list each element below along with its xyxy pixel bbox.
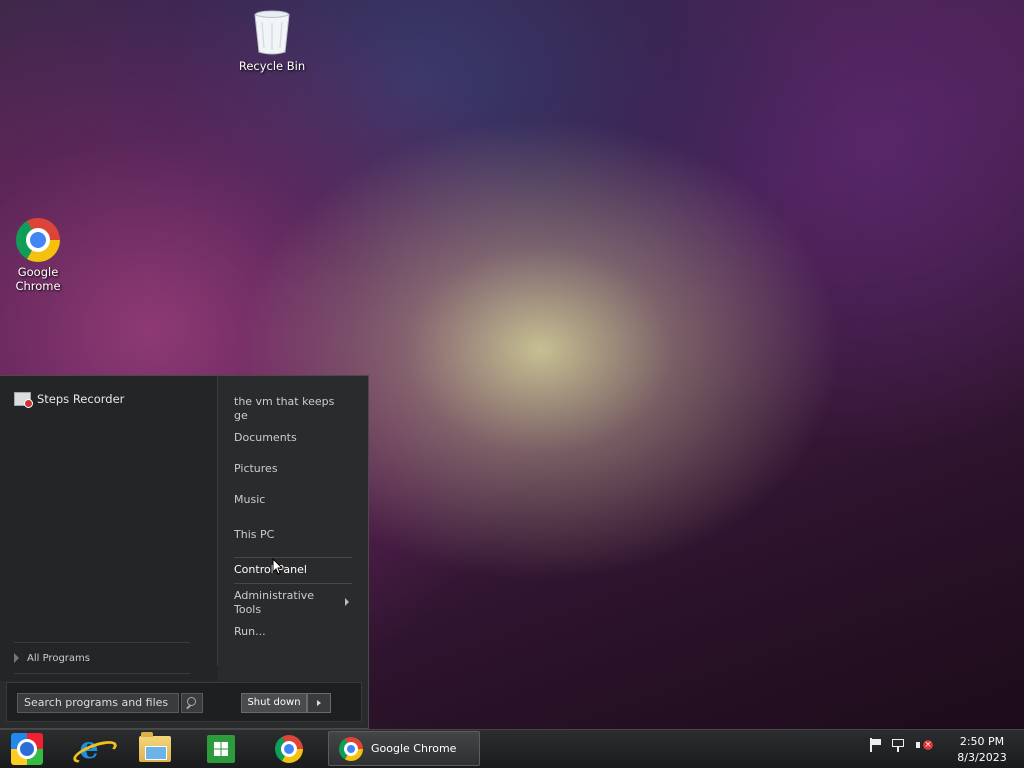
steps-recorder-icon [14, 392, 33, 408]
network-icon[interactable] [892, 738, 906, 752]
taskbar-pin-file-explorer[interactable] [136, 732, 174, 766]
chevron-right-icon [14, 653, 19, 663]
right-item-this-pc[interactable]: This PC [234, 528, 274, 542]
all-programs-label: All Programs [27, 652, 90, 664]
taskbar-pin-internet-explorer[interactable]: e [70, 732, 108, 766]
right-item-label-line2: Tools [234, 603, 262, 616]
pane-divider [217, 376, 218, 666]
system-tray [870, 738, 933, 752]
right-item-label-line1: Administrative [234, 589, 315, 602]
start-menu: Steps Recorder All Programs the vm that … [0, 375, 369, 729]
right-item-documents[interactable]: Documents [234, 431, 297, 445]
menu-separator [234, 557, 352, 558]
start-menu-programs-pane: Steps Recorder All Programs [0, 376, 218, 681]
internet-explorer-icon: e [79, 731, 99, 766]
right-item-control-panel[interactable]: Control Panel [234, 563, 307, 577]
taskbar-window-google-chrome[interactable]: Google Chrome [328, 731, 480, 766]
start-menu-bottom-bar: Search programs and files Shut down [6, 682, 362, 722]
desktop-icon-google-chrome[interactable]: Google Chrome [0, 216, 76, 293]
action-center-flag-icon[interactable] [870, 738, 882, 752]
desktop-icon-recycle-bin[interactable]: Recycle Bin [234, 8, 310, 73]
submenu-arrow-icon [345, 598, 349, 606]
shutdown-options-button[interactable] [307, 693, 331, 713]
chrome-icon [275, 735, 303, 763]
right-item-music[interactable]: Music [234, 493, 265, 507]
menu-separator [234, 583, 352, 584]
start-button[interactable] [8, 732, 46, 766]
chrome-icon [339, 736, 363, 761]
search-input[interactable]: Search programs and files [17, 693, 179, 713]
store-icon [207, 735, 235, 763]
file-explorer-icon [139, 732, 171, 762]
clock-time: 2:50 PM [959, 735, 1005, 748]
right-item-administrative-tools[interactable]: Administrative Tools [234, 589, 314, 617]
right-item-user-folder[interactable]: the vm that keeps ge [234, 395, 334, 423]
chrome-icon [16, 218, 60, 262]
right-item-label-line2: ge [234, 409, 248, 422]
desktop-icon-label-line2: Chrome [15, 279, 61, 293]
search-icon[interactable] [181, 693, 203, 713]
volume-muted-icon[interactable] [916, 738, 933, 752]
program-item-steps-recorder[interactable]: Steps Recorder [14, 392, 125, 408]
taskbar: e Google Chrome 2:50 PM 8/3/2023 [0, 729, 1024, 768]
taskbar-pin-store[interactable] [202, 732, 240, 766]
right-item-run[interactable]: Run... [234, 625, 266, 639]
recycle-bin-icon [254, 10, 290, 55]
taskbar-window-title: Google Chrome [371, 742, 457, 755]
desktop-icon-label-line1: Google [17, 265, 59, 279]
shutdown-button[interactable]: Shut down [241, 693, 307, 713]
taskbar-pin-chrome[interactable] [270, 732, 308, 766]
taskbar-clock[interactable]: 2:50 PM 8/3/2023 [952, 734, 1012, 766]
mouse-cursor-icon [272, 558, 284, 575]
start-orb-icon [11, 733, 43, 765]
right-item-label-line1: the vm that keeps [234, 395, 335, 408]
clock-date: 8/3/2023 [957, 751, 1007, 764]
desktop-icon-label: Recycle Bin [238, 59, 306, 73]
program-item-label: Steps Recorder [37, 392, 125, 406]
right-item-pictures[interactable]: Pictures [234, 462, 278, 476]
all-programs-button[interactable]: All Programs [14, 642, 190, 674]
